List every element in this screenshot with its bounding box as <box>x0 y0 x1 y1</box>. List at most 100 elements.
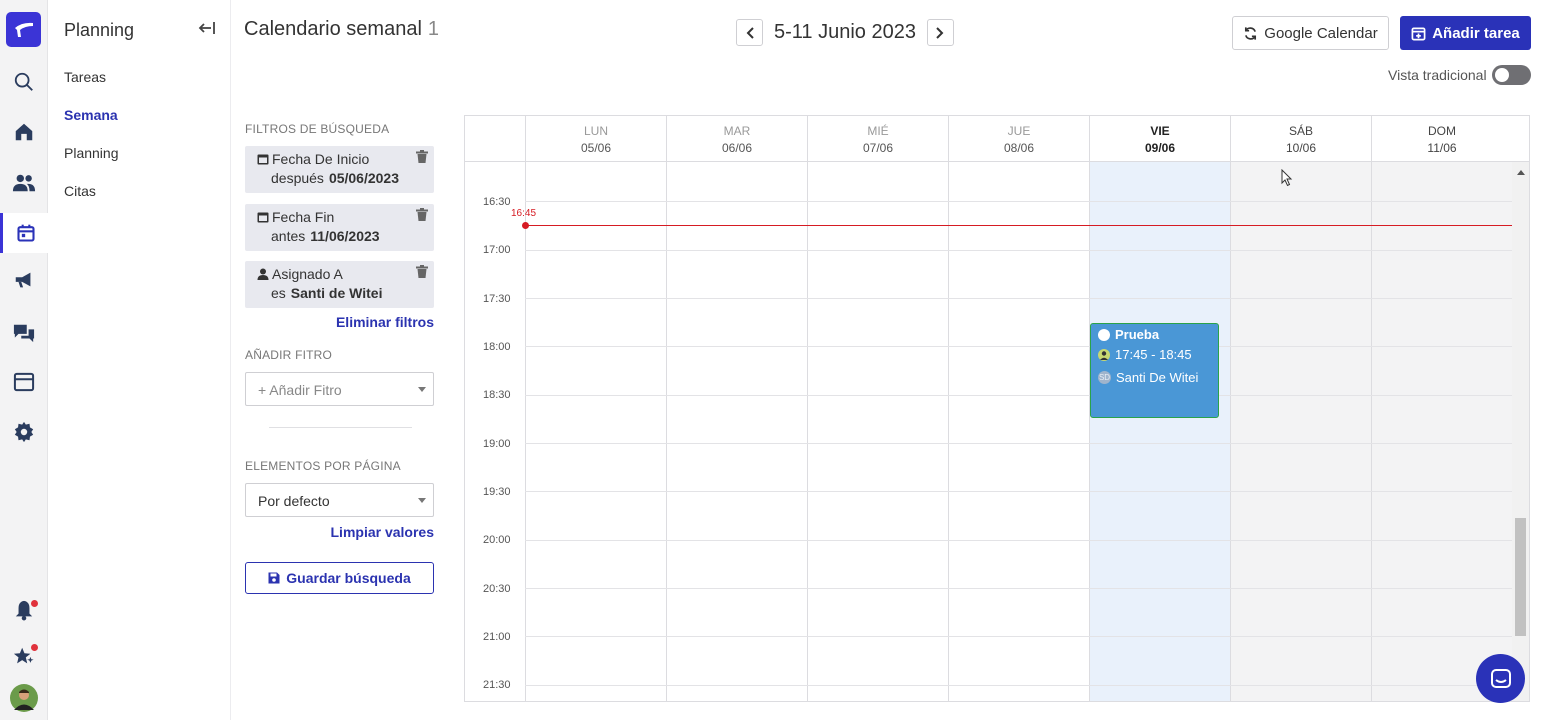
per-page-section-label: ELEMENTOS POR PÁGINA <box>245 459 401 473</box>
day-header-mie[interactable]: MIÉ 07/06 <box>807 116 948 162</box>
filter-chip[interactable]: Fecha Fin antes 11/06/2023 <box>245 204 434 251</box>
logo-icon[interactable] <box>6 12 41 47</box>
hour-line <box>525 346 1512 347</box>
current-time-dot <box>522 222 529 229</box>
save-search-button[interactable]: Guardar búsqueda <box>245 562 434 594</box>
day-column-today[interactable] <box>1089 162 1230 701</box>
chat-icon[interactable] <box>0 313 48 353</box>
google-calendar-button[interactable]: Google Calendar <box>1232 16 1389 50</box>
hour-line <box>525 636 1512 637</box>
day-name: LUN <box>583 124 608 138</box>
day-column[interactable] <box>807 162 948 701</box>
week-calendar: LUN 05/06 MAR 06/06 MIÉ 07/06 JUE 08/06 VIE 0… <box>464 115 1530 702</box>
google-calendar-label: Google Calendar <box>1264 24 1378 42</box>
day-name: DOM <box>1428 124 1456 138</box>
scroll-up-arrow-icon[interactable] <box>1517 170 1525 175</box>
day-date: 08/06 <box>1003 141 1035 155</box>
star-icon[interactable] <box>0 636 48 676</box>
chat-bubble-icon <box>1490 668 1511 688</box>
filter-field: Asignado A <box>272 266 343 282</box>
traditional-view-label: Vista tradicional <box>1388 67 1487 83</box>
traditional-view-toggle[interactable] <box>1492 65 1531 85</box>
calendar-event[interactable]: Prueba 17:45 - 18:45 SD Santi De Witei <box>1090 323 1219 418</box>
add-task-button[interactable]: Añadir tarea <box>1400 16 1531 50</box>
notification-dot <box>31 644 38 651</box>
filter-operator: antes <box>271 228 306 244</box>
hour-line <box>525 298 1512 299</box>
filters-section-label: FILTROS DE BÚSQUEDA <box>245 122 390 136</box>
filter-field: Fecha Fin <box>272 209 335 225</box>
filter-field: Fecha De Inicio <box>272 151 370 167</box>
previous-week-button[interactable] <box>736 19 763 46</box>
day-header-jue[interactable]: JUE 08/06 <box>948 116 1089 162</box>
collapse-sidebar-icon[interactable] <box>198 20 216 41</box>
subnav-item-citas[interactable]: Citas <box>64 183 96 199</box>
clear-filters-link[interactable]: Eliminar filtros <box>336 314 434 330</box>
day-column[interactable] <box>525 162 666 701</box>
filter-value: 05/06/2023 <box>328 170 400 186</box>
day-header-mar[interactable]: MAR 06/06 <box>666 116 807 162</box>
week-navigator: 5-11 Junio 2023 <box>736 19 954 46</box>
day-name: SÁB <box>1288 124 1313 138</box>
day-header-lun[interactable]: LUN 05/06 <box>525 116 666 162</box>
day-header-sab[interactable]: SÁB 10/06 <box>1230 116 1371 162</box>
day-column[interactable] <box>1230 162 1371 701</box>
support-chat-button[interactable] <box>1476 654 1525 703</box>
megaphone-icon[interactable] <box>0 260 48 300</box>
week-label: 5-11 Junio 2023 <box>774 21 916 43</box>
filter-chip[interactable]: Asignado A es Santi de Witei <box>245 261 434 308</box>
bell-icon[interactable] <box>0 590 48 630</box>
time-label: 19:00 <box>483 438 511 450</box>
filter-value: Santi de Witei <box>290 285 383 301</box>
day-header-vie[interactable]: VIE 09/06 <box>1089 116 1230 162</box>
day-date: 06/06 <box>721 141 753 155</box>
calendar-header-row: LUN 05/06 MAR 06/06 MIÉ 07/06 JUE 08/06 VIE 0… <box>465 116 1529 162</box>
trash-icon[interactable] <box>416 150 428 166</box>
scrollbar-thumb[interactable] <box>1515 518 1526 636</box>
day-header-dom[interactable]: DOM 11/06 <box>1371 116 1512 162</box>
search-icon[interactable] <box>0 62 48 102</box>
planning-subnav: Planning Tareas Semana Planning Citas <box>48 0 231 720</box>
trash-icon[interactable] <box>416 208 428 224</box>
chevron-down-icon <box>418 387 426 392</box>
save-search-label: Guardar búsqueda <box>286 570 411 586</box>
subnav-item-planning[interactable]: Planning <box>64 145 119 161</box>
filter-chip[interactable]: Fecha De Inicio después 05/06/2023 <box>245 146 434 193</box>
hour-line <box>525 588 1512 589</box>
gear-icon[interactable] <box>0 412 48 452</box>
current-time-label: 16:45 <box>511 208 537 219</box>
time-label: 21:00 <box>483 631 511 643</box>
subnav-item-semana[interactable]: Semana <box>64 107 118 123</box>
time-label: 18:30 <box>483 389 511 401</box>
time-label: 17:30 <box>483 293 511 305</box>
chevron-right-icon <box>936 26 944 39</box>
day-date: 07/06 <box>862 141 894 155</box>
day-column[interactable] <box>948 162 1089 701</box>
hour-line <box>525 250 1512 251</box>
per-page-select[interactable]: Por defecto <box>245 483 434 517</box>
add-task-label: Añadir tarea <box>1432 24 1520 42</box>
avatar[interactable] <box>0 678 48 718</box>
day-column[interactable] <box>1371 162 1512 701</box>
subnav-item-tareas[interactable]: Tareas <box>64 69 106 85</box>
event-assignee: Santi De Witei <box>1116 370 1199 385</box>
clear-values-link[interactable]: Limpiar valores <box>331 524 435 540</box>
users-icon[interactable] <box>0 163 48 203</box>
browser-icon[interactable] <box>0 362 48 402</box>
calendar-icon[interactable] <box>0 213 48 253</box>
event-time: 17:45 - 18:45 <box>1115 347 1192 362</box>
hour-line <box>525 443 1512 444</box>
day-column[interactable] <box>666 162 807 701</box>
next-week-button[interactable] <box>926 19 954 46</box>
vertical-scrollbar[interactable] <box>1512 162 1529 701</box>
trash-icon[interactable] <box>416 265 428 281</box>
day-name: MAR <box>723 124 751 138</box>
assignee-initials: SD <box>1098 371 1111 384</box>
hour-line <box>525 491 1512 492</box>
time-label: 17:00 <box>483 244 511 256</box>
divider <box>269 427 412 428</box>
page-title: Calendario semanal 1 <box>244 18 439 41</box>
home-icon[interactable] <box>0 112 48 152</box>
add-filter-select[interactable]: + Añadir Fitro <box>245 372 434 406</box>
user-avatar-icon <box>1098 348 1110 361</box>
